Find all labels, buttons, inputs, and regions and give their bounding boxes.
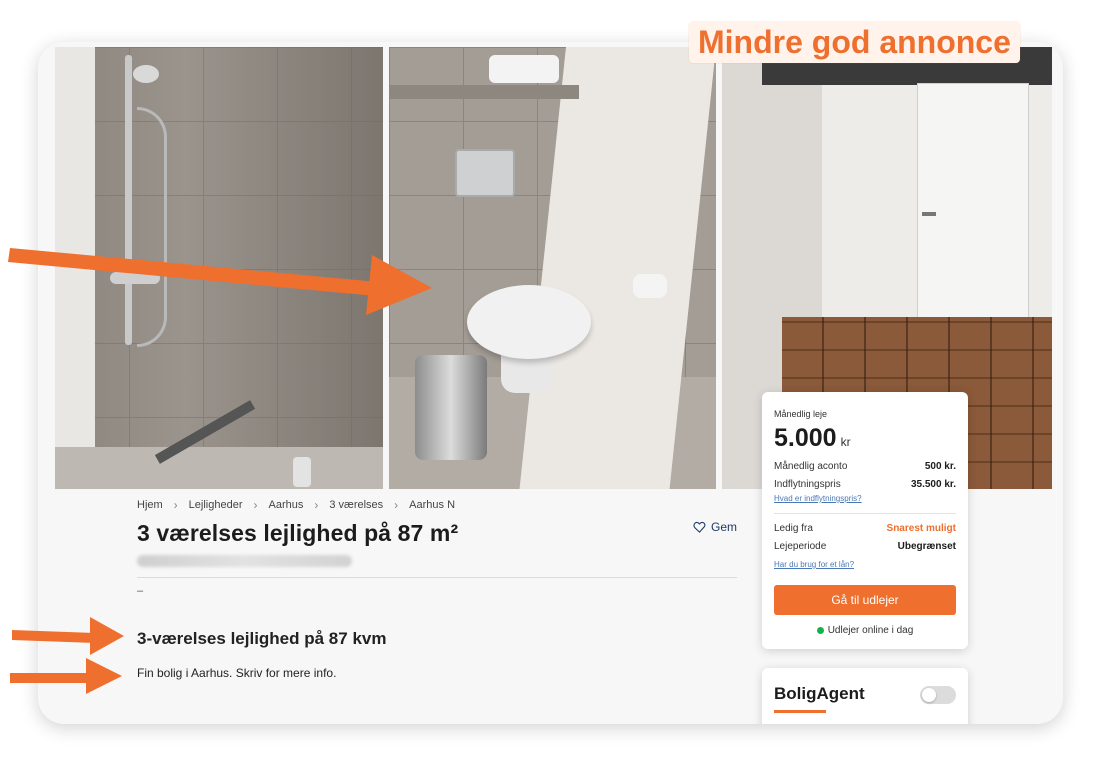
shower-hose bbox=[137, 107, 167, 347]
blurred-address bbox=[137, 555, 352, 567]
wall-shelf bbox=[389, 85, 579, 99]
heart-icon bbox=[693, 521, 706, 533]
available-value: Snarest muligt bbox=[886, 523, 956, 534]
quality-badge: Mindre god annonce bbox=[689, 22, 1020, 63]
placeholder-dash: – bbox=[137, 585, 144, 597]
pedal-bin bbox=[415, 355, 487, 460]
aconto-value: 500 kr. bbox=[924, 461, 956, 472]
aconto-label: Månedlig aconto bbox=[774, 461, 848, 472]
flush-plate bbox=[455, 149, 515, 197]
available-label: Ledig fra bbox=[774, 523, 813, 534]
chevron-right-icon: › bbox=[394, 498, 399, 512]
breadcrumb-item[interactable]: Aarhus N bbox=[409, 499, 455, 511]
move-in-label: Indflytningspris bbox=[774, 479, 841, 490]
page-title: 3 værelses lejlighed på 87 m² bbox=[137, 520, 459, 546]
shower-mixer bbox=[110, 272, 160, 284]
rent-amount: 5.000 bbox=[774, 424, 837, 452]
period-row: Lejeperiode Ubegrænset bbox=[774, 541, 956, 552]
photo-wall bbox=[55, 47, 95, 489]
bottles bbox=[293, 457, 311, 487]
loan-link[interactable]: Har du brug for et lån? bbox=[774, 560, 854, 569]
toilet bbox=[467, 285, 591, 359]
move-in-row: Indflytningspris 35.500 kr. bbox=[774, 479, 956, 490]
rent-price: 5.000 kr bbox=[774, 424, 851, 453]
online-status: Udlejer online i dag bbox=[762, 625, 968, 636]
description-text: Fin bolig i Aarhus. Skriv for mere info. bbox=[137, 666, 337, 680]
listing-card: Hjem › Lejligheder › Aarhus › 3 værelses… bbox=[38, 42, 1063, 724]
save-button[interactable]: Gem bbox=[693, 520, 737, 534]
divider bbox=[137, 577, 737, 578]
boligagent-title: BoligAgent bbox=[774, 684, 865, 703]
divider bbox=[774, 513, 956, 514]
move-in-value: 35.500 kr. bbox=[910, 479, 956, 490]
breadcrumb: Hjem › Lejligheder › Aarhus › 3 værelses… bbox=[137, 498, 455, 512]
title-underline bbox=[774, 710, 826, 713]
description-heading: 3-værelses lejlighed på 87 kvm bbox=[137, 629, 387, 648]
shower-rail bbox=[125, 55, 132, 345]
available-row: Ledig fra Snarest muligt bbox=[774, 523, 956, 534]
boligagent-card: BoligAgent bbox=[762, 668, 968, 724]
period-label: Lejeperiode bbox=[774, 541, 827, 552]
breadcrumb-item[interactable]: Aarhus bbox=[269, 499, 304, 511]
chevron-right-icon: › bbox=[314, 498, 319, 512]
photo-shower[interactable] bbox=[55, 47, 383, 489]
price-card: Månedlig leje 5.000 kr Månedlig aconto 50… bbox=[762, 392, 968, 649]
contact-landlord-button[interactable]: Gå til udlejer bbox=[774, 585, 956, 615]
aconto-row: Månedlig aconto 500 kr. bbox=[774, 461, 956, 472]
screenshot-stage: Hjem › Lejligheder › Aarhus › 3 værelses… bbox=[0, 0, 1102, 763]
breadcrumb-item[interactable]: Lejligheder bbox=[189, 499, 243, 511]
photo-floor bbox=[55, 447, 383, 489]
toilet-paper-rolls bbox=[489, 55, 559, 83]
chevron-right-icon: › bbox=[253, 498, 258, 512]
save-label: Gem bbox=[711, 520, 738, 534]
rent-currency: kr bbox=[840, 435, 851, 449]
door-handle bbox=[922, 212, 936, 216]
move-in-info-link[interactable]: Hvad er indflytningspris? bbox=[774, 494, 862, 503]
photo-toilet[interactable] bbox=[389, 47, 716, 489]
rent-label: Månedlig leje bbox=[774, 409, 828, 419]
breadcrumb-item[interactable]: 3 værelses bbox=[329, 499, 383, 511]
online-status-text: Udlejer online i dag bbox=[827, 625, 914, 636]
toilet-paper-holder bbox=[633, 274, 667, 298]
shower-head bbox=[133, 65, 159, 83]
breadcrumb-item[interactable]: Hjem bbox=[137, 499, 163, 511]
photo-door bbox=[917, 83, 1029, 323]
chevron-right-icon: › bbox=[173, 498, 178, 512]
boligagent-toggle[interactable] bbox=[920, 686, 956, 704]
online-dot-icon bbox=[816, 627, 824, 634]
period-value: Ubegrænset bbox=[897, 541, 956, 552]
